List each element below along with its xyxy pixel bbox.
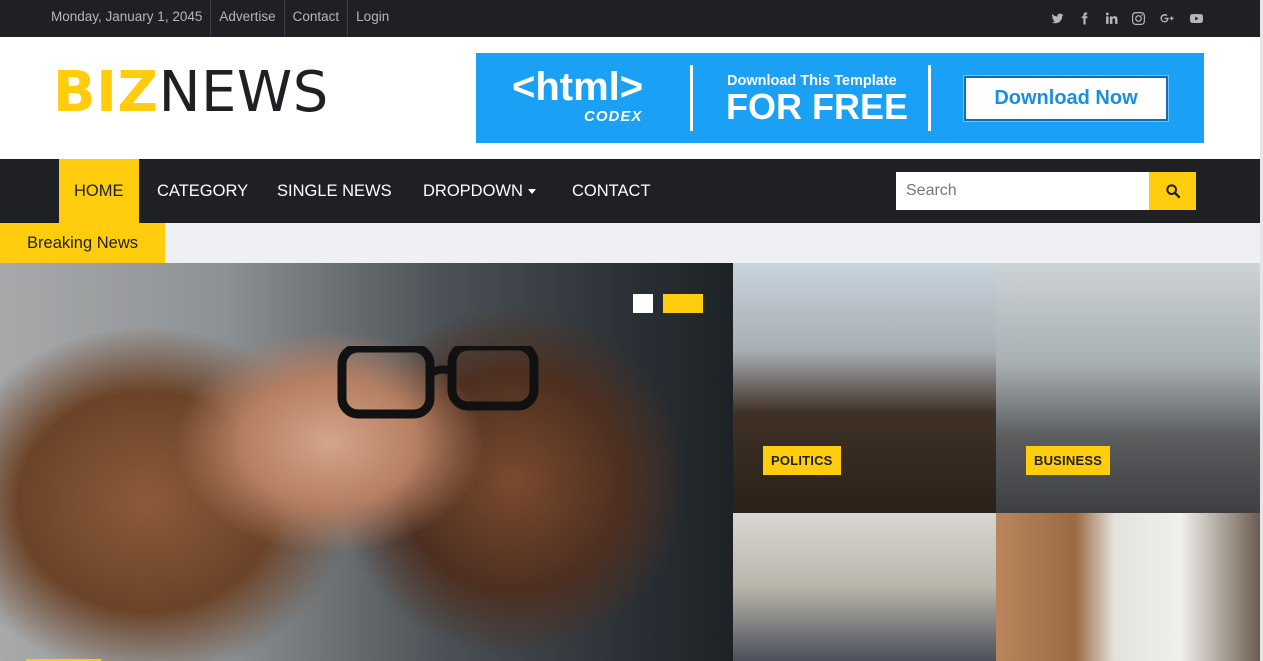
linkedin-icon[interactable] bbox=[1105, 12, 1118, 25]
news-tile-politics[interactable]: POLITICS bbox=[733, 263, 996, 513]
logo-news: NEWS bbox=[158, 60, 329, 125]
banner-divider bbox=[690, 65, 693, 131]
slider-dot-active[interactable] bbox=[663, 294, 703, 313]
download-now-button[interactable]: Download Now bbox=[964, 76, 1168, 121]
current-date: Monday, January 1, 2045 bbox=[43, 0, 212, 37]
youtube-icon[interactable] bbox=[1189, 12, 1204, 25]
site-logo[interactable]: BIZNEWS bbox=[53, 65, 329, 121]
ad-banner[interactable]: <html> CODEX Download This Template FOR … bbox=[476, 53, 1204, 143]
news-tile[interactable] bbox=[733, 513, 996, 661]
advertise-link[interactable]: Advertise bbox=[211, 0, 285, 37]
banner-brand-sub: CODEX bbox=[584, 108, 643, 125]
banner-divider bbox=[928, 65, 931, 131]
nav-item-single-news[interactable]: SINGLE NEWS bbox=[277, 159, 392, 223]
news-tile[interactable] bbox=[996, 513, 1260, 661]
search-button[interactable] bbox=[1149, 172, 1196, 210]
top-bar: Monday, January 1, 2045 Advertise Contac… bbox=[0, 0, 1260, 37]
social-links bbox=[1051, 0, 1204, 37]
logo-biz: BIZ bbox=[53, 60, 159, 125]
hero-slider[interactable] bbox=[0, 263, 733, 661]
category-badge[interactable]: POLITICS bbox=[763, 446, 841, 475]
search-icon bbox=[1165, 184, 1180, 199]
main-nav: HOME CATEGORY SINGLE NEWS DROPDOWN CONTA… bbox=[0, 159, 1260, 223]
slider-dot[interactable] bbox=[633, 294, 653, 313]
nav-item-dropdown-label: DROPDOWN bbox=[423, 181, 523, 200]
nav-item-home[interactable]: HOME bbox=[59, 159, 139, 223]
contact-link[interactable]: Contact bbox=[285, 0, 349, 37]
news-tile-business[interactable]: BUSINESS bbox=[996, 263, 1260, 513]
hero-image-glasses bbox=[337, 346, 539, 419]
site-header: BIZNEWS <html> CODEX Download This Templ… bbox=[0, 37, 1260, 159]
caret-down-icon bbox=[527, 188, 536, 194]
twitter-icon[interactable] bbox=[1051, 12, 1064, 25]
breaking-news-label: Breaking News bbox=[0, 223, 165, 263]
facebook-icon[interactable] bbox=[1078, 12, 1091, 25]
nav-item-contact[interactable]: CONTACT bbox=[572, 159, 651, 223]
login-link[interactable]: Login bbox=[348, 0, 397, 37]
category-badge[interactable]: BUSINESS bbox=[1026, 446, 1111, 475]
banner-brand: <html> bbox=[512, 65, 644, 109]
top-bar-links: Monday, January 1, 2045 Advertise Contac… bbox=[43, 0, 397, 37]
breaking-news-bar: Breaking News bbox=[0, 223, 1260, 263]
nav-item-category[interactable]: CATEGORY bbox=[157, 159, 248, 223]
nav-item-dropdown[interactable]: DROPDOWN bbox=[423, 159, 536, 223]
search-input[interactable] bbox=[896, 172, 1149, 210]
banner-big-text: FOR FREE bbox=[726, 86, 909, 127]
instagram-icon[interactable] bbox=[1132, 12, 1145, 25]
google-plus-icon[interactable] bbox=[1159, 12, 1175, 25]
